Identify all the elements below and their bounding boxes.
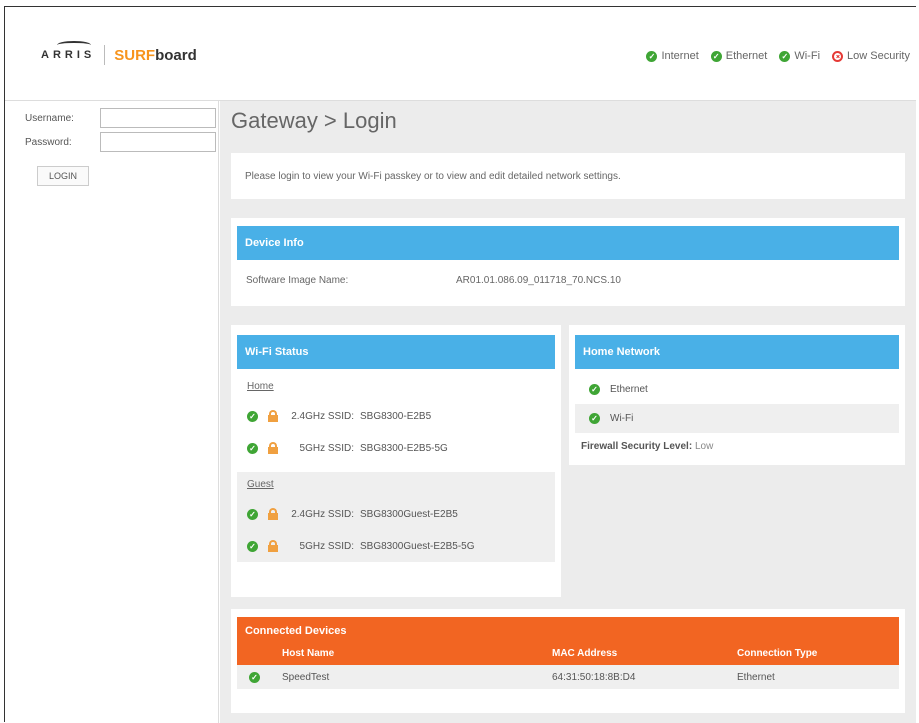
device-info-header: Device Info <box>237 226 899 260</box>
device-status-cell: ✓ <box>237 665 282 689</box>
device-info-card: Device Info Software Image Name: AR01.01… <box>231 218 905 306</box>
main-content: Gateway > Login Please login to view you… <box>220 101 916 723</box>
arris-wordmark: ARRIS <box>41 49 96 61</box>
username-label: Username: <box>25 112 74 124</box>
column-header-connection: Connection Type <box>737 641 899 665</box>
login-button[interactable]: LOGIN <box>37 166 89 186</box>
lock-icon <box>268 508 278 520</box>
column-header-mac: MAC Address <box>552 641 737 665</box>
home-network-item-label: Ethernet <box>610 384 648 395</box>
status-label: Wi-Fi <box>794 50 821 62</box>
device-info-header-wrap: Device Info <box>231 218 905 260</box>
check-icon: ✓ <box>247 442 258 454</box>
status-bar: ✓ Internet ✓ Ethernet ✓ Wi-Fi Low Securi… <box>646 50 910 62</box>
status-label: Low Security <box>847 50 910 62</box>
status-label: Internet <box>661 50 699 62</box>
login-sidebar: Username: Password: LOGIN <box>5 101 219 723</box>
wifi-status-header: Wi-Fi Status <box>237 335 555 369</box>
connected-devices-header: Connected Devices <box>237 617 899 641</box>
guest-section: Guest ✓ 2.4GHz SSID: SBG8300Guest-E2B5 ✓… <box>237 472 555 562</box>
ssid-value: SBG8300Guest-E2B5 <box>360 508 458 520</box>
arris-logo: ARRIS <box>41 41 96 61</box>
status-column-header <box>237 641 282 665</box>
table-row: ✓ SpeedTest 64:31:50:18:8B:D4 Ethernet <box>237 665 899 689</box>
username-row: Username: <box>25 108 216 128</box>
status-ethernet: ✓ Ethernet <box>710 50 768 62</box>
status-label: Ethernet <box>725 50 768 62</box>
brand-logo: ARRIS SURFboard <box>41 41 197 65</box>
home-network-wifi: ✓ Wi-Fi <box>575 404 899 433</box>
lock-icon <box>268 540 278 552</box>
board-wordmark: board <box>155 46 197 64</box>
wifi-status-card: Wi-Fi Status Home ✓ 2.4GHz SSID: SBG8300… <box>231 325 561 597</box>
check-icon: ✓ <box>247 540 258 552</box>
home-network-ethernet: ✓ Ethernet <box>575 375 899 404</box>
firewall-level-row: Firewall Security Level: Low <box>575 433 899 452</box>
guest-5-row: ✓ 5GHz SSID: SBG8300Guest-E2B5-5G <box>237 530 555 562</box>
lock-icon <box>268 442 278 454</box>
ssid-band-label: 2.4GHz SSID: <box>291 410 354 422</box>
login-notice-card: Please login to view your Wi-Fi passkey … <box>231 153 905 199</box>
connected-devices-card: Connected Devices Host Name MAC Address … <box>231 609 905 713</box>
username-input[interactable] <box>100 108 216 128</box>
page-title: Gateway > Login <box>231 108 397 133</box>
check-icon: ✓ <box>589 413 600 424</box>
software-image-value: AR01.01.086.09_011718_70.NCS.10 <box>456 275 621 286</box>
surfboard-logo: SURFboard <box>114 47 197 64</box>
software-image-label: Software Image Name: <box>246 275 349 286</box>
check-icon: ✓ <box>779 50 791 62</box>
wifi-status-body: Home ✓ 2.4GHz SSID: SBG8300-E2B5 ✓ 5GHz … <box>231 374 561 562</box>
arris-swoosh-icon <box>57 41 91 49</box>
home-section-label[interactable]: Home <box>237 374 555 400</box>
home-network-body: ✓ Ethernet ✓ Wi-Fi Firewall Security Lev… <box>569 369 905 452</box>
password-input[interactable] <box>100 132 216 152</box>
ssid-band-label: 5GHz SSID: <box>299 442 354 454</box>
password-row: Password: <box>25 132 216 152</box>
error-icon <box>832 50 844 62</box>
check-icon: ✓ <box>589 384 600 395</box>
home-network-header: Home Network <box>575 335 899 369</box>
page-frame: ARRIS SURFboard ✓ Internet ✓ Ethernet ✓ … <box>4 6 916 723</box>
home-network-item-label: Wi-Fi <box>610 413 634 424</box>
firewall-level-label: Firewall Security Level: <box>581 441 693 452</box>
guest-24-row: ✓ 2.4GHz SSID: SBG8300Guest-E2B5 <box>237 498 555 530</box>
wifi-status-header-wrap: Wi-Fi Status <box>231 325 561 369</box>
home-5-row: ✓ 5GHz SSID: SBG8300-E2B5-5G <box>237 432 555 464</box>
lock-icon <box>268 410 278 422</box>
status-internet: ✓ Internet <box>646 50 699 62</box>
ssid-value: SBG8300-E2B5-5G <box>360 442 448 454</box>
surf-wordmark: SURF <box>114 46 156 64</box>
status-security: Low Security <box>832 50 910 62</box>
login-notice-text: Please login to view your Wi-Fi passkey … <box>245 171 621 182</box>
status-wifi: ✓ Wi-Fi <box>779 50 820 62</box>
device-connection-type: Ethernet <box>737 665 899 689</box>
connected-devices-wrap: Connected Devices Host Name MAC Address … <box>231 609 905 689</box>
table-header-row: Host Name MAC Address Connection Type <box>237 641 899 665</box>
device-mac-address: 64:31:50:18:8B:D4 <box>552 665 737 689</box>
firewall-level-value: Low <box>694 441 714 452</box>
device-info-row: Software Image Name: AR01.01.086.09_0117… <box>231 260 905 300</box>
connected-devices-table: Host Name MAC Address Connection Type ✓ … <box>237 641 899 689</box>
check-icon: ✓ <box>247 410 258 422</box>
home-network-card: Home Network ✓ Ethernet ✓ Wi-Fi Firewall… <box>569 325 905 465</box>
device-host-name: SpeedTest <box>282 665 552 689</box>
guest-section-label[interactable]: Guest <box>237 472 555 498</box>
check-icon: ✓ <box>646 50 658 62</box>
ssid-band-label: 2.4GHz SSID: <box>291 508 354 520</box>
column-header-host: Host Name <box>282 641 552 665</box>
home-network-header-wrap: Home Network <box>569 325 905 369</box>
ssid-value: SBG8300Guest-E2B5-5G <box>360 540 475 552</box>
ssid-value: SBG8300-E2B5 <box>360 410 432 422</box>
password-label: Password: <box>25 136 72 148</box>
check-icon: ✓ <box>249 671 260 683</box>
check-icon: ✓ <box>247 508 258 520</box>
header: ARRIS SURFboard ✓ Internet ✓ Ethernet ✓ … <box>5 7 916 101</box>
home-24-row: ✓ 2.4GHz SSID: SBG8300-E2B5 <box>237 400 555 432</box>
ssid-band-label: 5GHz SSID: <box>299 540 354 552</box>
logo-divider <box>104 45 106 65</box>
check-icon: ✓ <box>710 50 722 62</box>
